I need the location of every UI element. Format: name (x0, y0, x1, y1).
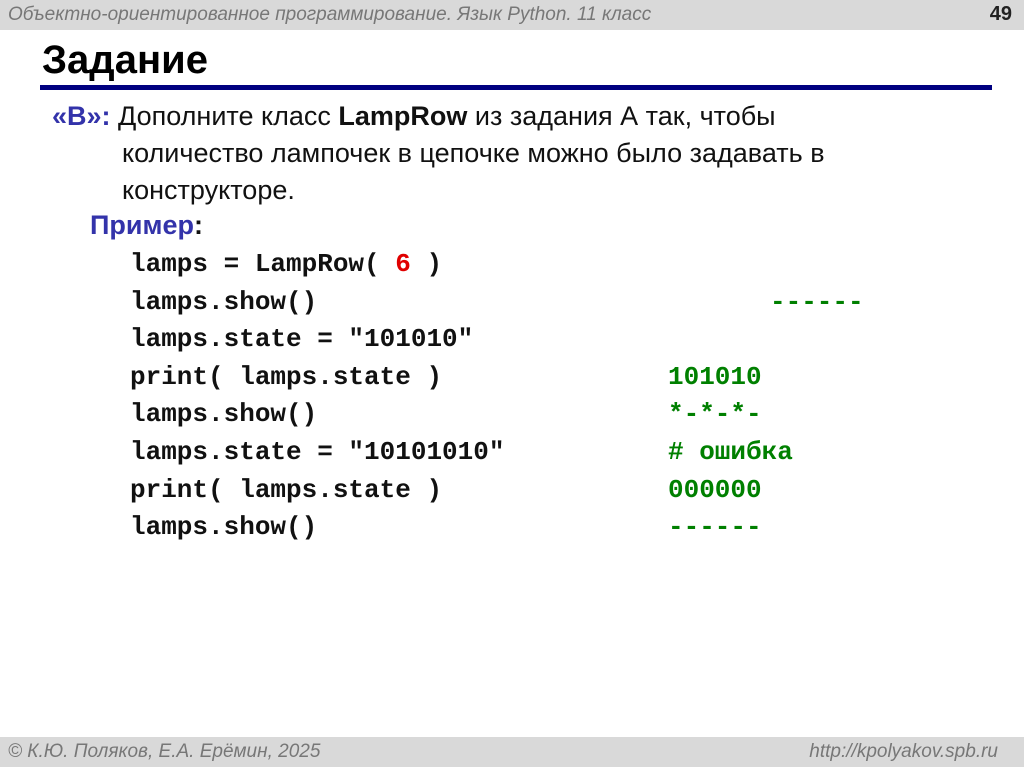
class-name: LampRow (338, 101, 468, 131)
footer-bar: © К.Ю. Поляков, Е.А. Ерёмин, 2025 http:/… (0, 737, 1024, 767)
code-text: lamps = LampRow( (130, 249, 396, 279)
code-line: lamps = LampRow( 6 ) (130, 249, 442, 279)
code-text: ) (410, 249, 443, 279)
task-text-part: Дополните класс (110, 101, 339, 131)
task-text: «B»: Дополните класс LampRow из задания … (52, 98, 952, 209)
code-line: lamps.show() (130, 287, 318, 317)
code-argument: 6 (395, 249, 411, 279)
title-divider (40, 85, 992, 90)
code-line: lamps.state = "101010" (130, 324, 474, 354)
code-output: ------ (668, 512, 762, 542)
example-label: Пример (90, 210, 194, 240)
code-line: lamps.show() (130, 512, 318, 542)
code-line: print( lamps.state ) (130, 475, 443, 505)
website-link[interactable]: http://kpolyakov.spb.ru (809, 741, 998, 763)
code-output: # ошибка (668, 437, 793, 467)
code-line: print( lamps.state ) (130, 362, 443, 392)
code-output: *-*-*- (668, 399, 762, 429)
code-output: ------ (770, 287, 864, 317)
code-output: 000000 (668, 475, 762, 505)
example-heading: Пример: (90, 210, 203, 241)
header-bar: Объектно-ориентированное программировани… (0, 0, 1024, 30)
task-line-3: конструкторе. (122, 175, 295, 205)
page-number: 49 (989, 3, 1012, 25)
slide-title: Задание (42, 38, 208, 82)
task-text-part: из задания А так, чтобы (467, 101, 776, 131)
course-title: Объектно-ориентированное программировани… (8, 4, 652, 25)
code-line: lamps.show() (130, 399, 318, 429)
code-line: lamps.state = "10101010" (130, 437, 505, 467)
code-output: 101010 (668, 362, 762, 392)
task-line-2: количество лампочек в цепочке можно было… (122, 138, 825, 168)
example-colon: : (193, 210, 203, 240)
copyright: © К.Ю. Поляков, Е.А. Ерёмин, 2025 (8, 741, 321, 762)
task-label: «B»: (52, 101, 111, 131)
